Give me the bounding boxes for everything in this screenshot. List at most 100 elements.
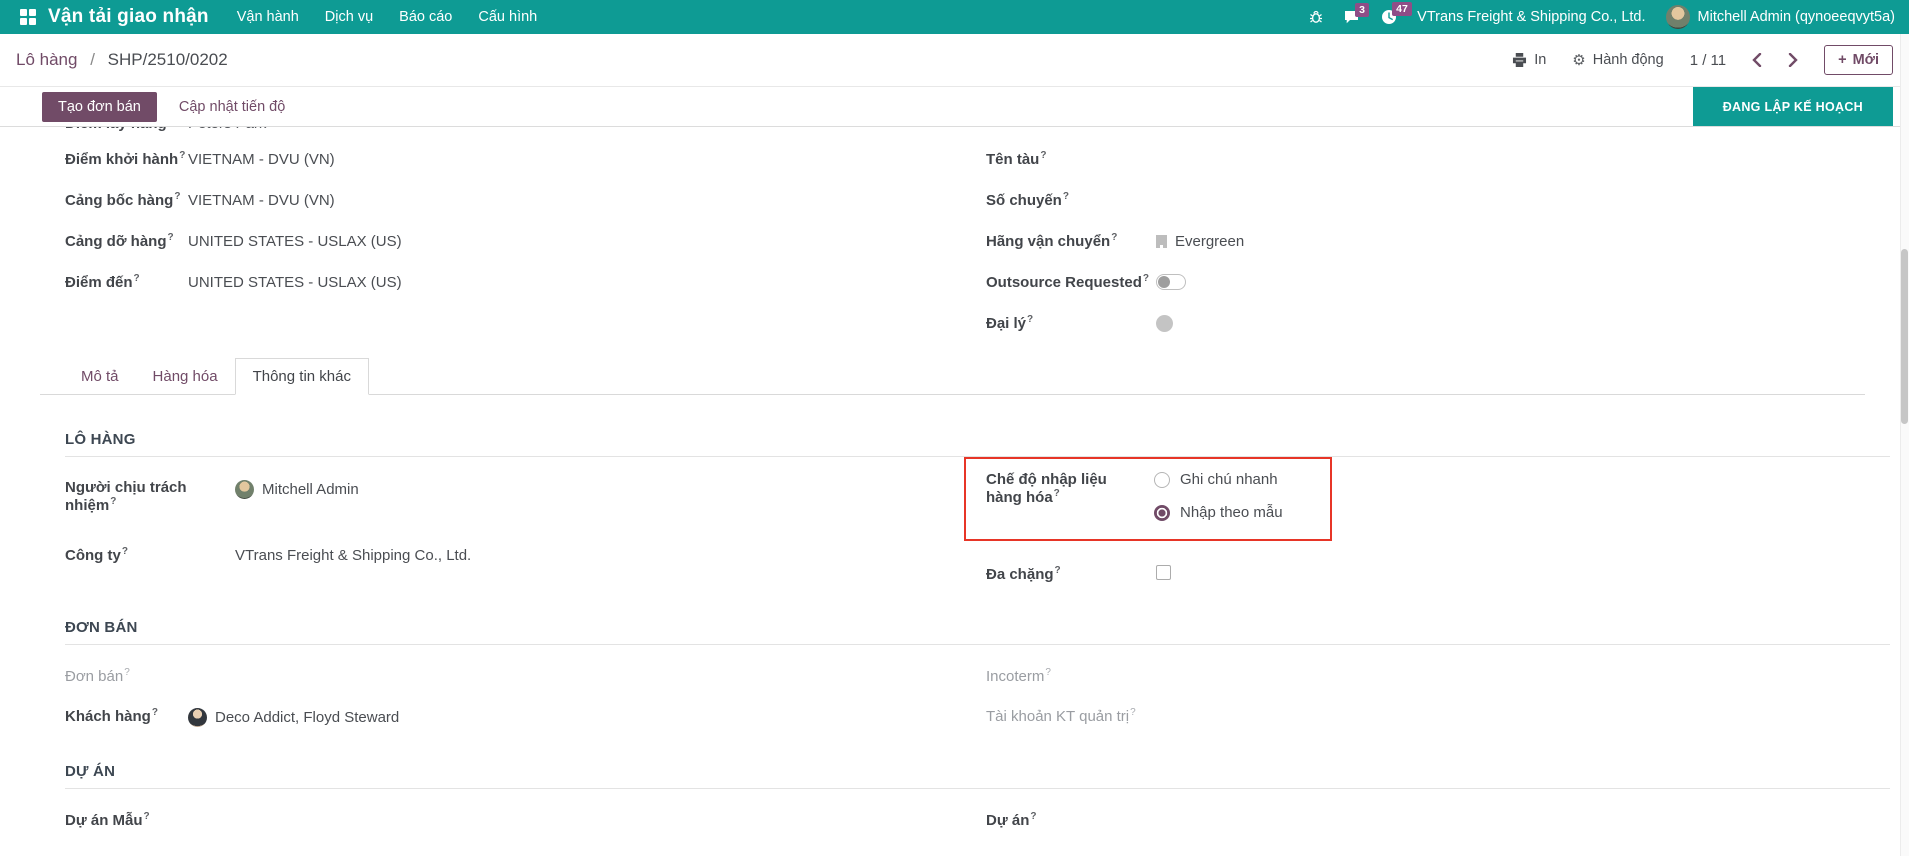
field-value[interactable]: UNITED STATES - USLAX (US) bbox=[188, 233, 402, 250]
radio-ghi-chu-nhanh[interactable]: Ghi chú nhanh bbox=[1154, 471, 1283, 488]
field-label: Số chuyến bbox=[986, 191, 1156, 209]
print-label: In bbox=[1534, 52, 1546, 68]
field-nguoi-chiu-trach-nhiem: Người chịu trách nhiệm Mitchell Admin bbox=[65, 479, 944, 514]
breadcrumb-current: SHP/2510/0202 bbox=[108, 50, 228, 69]
pager-next-button[interactable] bbox=[1788, 53, 1798, 67]
status-badge-planning[interactable]: ĐANG LẬP KẾ HOẠCH bbox=[1693, 87, 1893, 126]
action-label: Hành động bbox=[1593, 52, 1664, 68]
field-du-an: Dự án bbox=[986, 811, 1865, 829]
field-label: Tài khoản KT quản trị bbox=[986, 707, 1136, 725]
radio-label: Nhập theo mẫu bbox=[1180, 504, 1283, 521]
menu-dich-vu[interactable]: Dịch vụ bbox=[325, 9, 373, 25]
customer-avatar bbox=[188, 708, 207, 727]
field-incoterm: Incoterm bbox=[986, 667, 1865, 685]
radio-unselected-icon[interactable] bbox=[1154, 472, 1170, 488]
field-label: Công ty bbox=[65, 546, 235, 564]
section-title: DỰ ÁN bbox=[65, 763, 1890, 789]
field-value[interactable]: VIETNAM - DVU (VN) bbox=[188, 192, 335, 209]
menu-van-hanh[interactable]: Vận hành bbox=[237, 9, 299, 25]
field-label: Điểm đến bbox=[65, 273, 188, 291]
field-label: Khách hàng bbox=[65, 707, 188, 725]
messages-count-badge: 3 bbox=[1355, 3, 1369, 17]
responsible-avatar bbox=[235, 480, 254, 499]
tab-thong-tin-khac[interactable]: Thông tin khác bbox=[235, 358, 369, 395]
record-pager: 1 / 11 bbox=[1690, 52, 1726, 69]
multi-leg-checkbox[interactable] bbox=[1156, 565, 1171, 580]
field-hang-van-chuyen: Hãng vận chuyển Evergreen bbox=[986, 228, 1865, 254]
field-khach-hang: Khách hàng Deco Addict, Floyd Steward bbox=[65, 707, 944, 727]
activities-clock-icon[interactable]: 47 bbox=[1381, 9, 1397, 25]
radio-nhap-theo-mau[interactable]: Nhập theo mẫu bbox=[1154, 504, 1283, 521]
field-label: Chế độ nhập liệu hàng hóa bbox=[986, 471, 1154, 506]
field-label: Hãng vận chuyển bbox=[986, 232, 1156, 250]
vertical-scrollbar[interactable] bbox=[1900, 34, 1909, 856]
breadcrumb-separator: / bbox=[90, 50, 95, 69]
customer-value[interactable]: Deco Addict, Floyd Steward bbox=[188, 708, 399, 727]
field-label: Cảng dỡ hàng bbox=[65, 232, 188, 250]
menu-bao-cao[interactable]: Báo cáo bbox=[399, 9, 452, 25]
carrier-value[interactable]: Evergreen bbox=[1156, 233, 1244, 250]
new-record-button[interactable]: + Mới bbox=[1824, 45, 1893, 75]
responsible-name: Mitchell Admin bbox=[262, 481, 359, 498]
tab-hang-hoa[interactable]: Hàng hóa bbox=[136, 359, 235, 394]
gear-icon: ⚙ bbox=[1572, 51, 1585, 69]
field-che-do-nhap-lieu: Chế độ nhập liệu hàng hóa Ghi chú nhanh … bbox=[986, 471, 1310, 521]
field-label: Đa chặng bbox=[986, 565, 1156, 583]
top-navbar: Vận tải giao nhận Vận hành Dịch vụ Báo c… bbox=[0, 0, 1909, 34]
highlight-red-box: Chế độ nhập liệu hàng hóa Ghi chú nhanh … bbox=[964, 457, 1332, 541]
field-da-chang: Đa chặng bbox=[986, 565, 1865, 583]
messages-icon[interactable]: 3 bbox=[1344, 10, 1361, 25]
field-label: Cảng bốc hàng bbox=[65, 191, 188, 209]
activities-count-badge: 47 bbox=[1392, 2, 1412, 16]
section-don-ban: ĐƠN BÁN Đơn bán Khách hàng Deco Addict, … bbox=[40, 619, 1865, 727]
section-lo-hang: LÔ HÀNG Người chịu trách nhiệm Mitchell … bbox=[40, 431, 1865, 583]
field-value[interactable]: UNITED STATES - USLAX (US) bbox=[188, 274, 402, 291]
breadcrumb-parent[interactable]: Lô hàng bbox=[16, 50, 77, 69]
action-menu-button[interactable]: ⚙ Hành động bbox=[1572, 51, 1663, 69]
header-fields: Điểm khởi hành VIETNAM - DVU (VN) Cảng b… bbox=[40, 136, 1865, 336]
user-menu[interactable]: Mitchell Admin (qynoeeqvyt5a) bbox=[1666, 5, 1895, 29]
agent-avatar-placeholder[interactable] bbox=[1156, 315, 1173, 332]
debug-bug-icon[interactable] bbox=[1308, 9, 1324, 25]
field-label: Người chịu trách nhiệm bbox=[65, 479, 235, 514]
field-cang-do-hang: Cảng dỡ hàng UNITED STATES - USLAX (US) bbox=[65, 228, 944, 254]
printer-icon bbox=[1512, 53, 1527, 67]
carrier-name: Evergreen bbox=[1175, 233, 1244, 250]
menu-cau-hinh[interactable]: Cấu hình bbox=[478, 9, 537, 25]
scrollbar-thumb[interactable] bbox=[1901, 249, 1908, 424]
field-dai-ly: Đại lý bbox=[986, 310, 1865, 336]
create-sale-order-button[interactable]: Tạo đơn bán bbox=[42, 92, 157, 122]
apps-menu-icon[interactable] bbox=[20, 9, 36, 25]
radio-selected-icon[interactable] bbox=[1154, 505, 1170, 521]
building-icon bbox=[1156, 235, 1167, 248]
clipped-field-label: Điểm lấy hàng bbox=[65, 127, 188, 134]
section-title: LÔ HÀNG bbox=[65, 431, 1890, 457]
field-label: Incoterm bbox=[986, 667, 1051, 685]
clipped-field-value: Peters Park bbox=[188, 127, 266, 134]
tab-mo-ta[interactable]: Mô tả bbox=[64, 359, 136, 394]
customer-name: Deco Addict, Floyd Steward bbox=[215, 709, 399, 726]
header-fields-left: Điểm khởi hành VIETNAM - DVU (VN) Cảng b… bbox=[65, 136, 944, 336]
field-label: Tên tàu bbox=[986, 150, 1156, 168]
form-sheet: Điểm lấy hàng Peters Park Điểm khởi hành… bbox=[0, 127, 1909, 856]
field-cang-boc-hang: Cảng bốc hàng VIETNAM - DVU (VN) bbox=[65, 187, 944, 213]
field-value[interactable]: VIETNAM - DVU (VN) bbox=[188, 151, 335, 168]
pager-previous-button[interactable] bbox=[1752, 53, 1762, 67]
print-button[interactable]: In bbox=[1512, 52, 1546, 68]
field-label: Outsource Requested bbox=[986, 273, 1156, 291]
notebook-tabs: Mô tả Hàng hóa Thông tin khác bbox=[40, 358, 1865, 395]
company-switcher[interactable]: VTrans Freight & Shipping Co., Ltd. bbox=[1417, 9, 1645, 25]
app-title[interactable]: Vận tải giao nhận bbox=[48, 6, 209, 28]
form-statusbar: Tạo đơn bán Cập nhật tiến độ ĐANG LẬP KẾ… bbox=[0, 86, 1909, 127]
field-outsource-requested: Outsource Requested bbox=[986, 269, 1865, 295]
responsible-value[interactable]: Mitchell Admin bbox=[235, 480, 359, 499]
new-label: Mới bbox=[1853, 52, 1879, 68]
update-progress-button[interactable]: Cập nhật tiến độ bbox=[179, 99, 285, 115]
outsource-toggle[interactable] bbox=[1156, 274, 1186, 290]
field-cong-ty: Công ty VTrans Freight & Shipping Co., L… bbox=[65, 546, 944, 564]
field-label: Điểm khởi hành bbox=[65, 150, 188, 168]
field-label: Đơn bán bbox=[65, 667, 188, 685]
user-avatar bbox=[1666, 5, 1690, 29]
company-value[interactable]: VTrans Freight & Shipping Co., Ltd. bbox=[235, 547, 471, 564]
field-label: Dự án bbox=[986, 811, 1036, 829]
